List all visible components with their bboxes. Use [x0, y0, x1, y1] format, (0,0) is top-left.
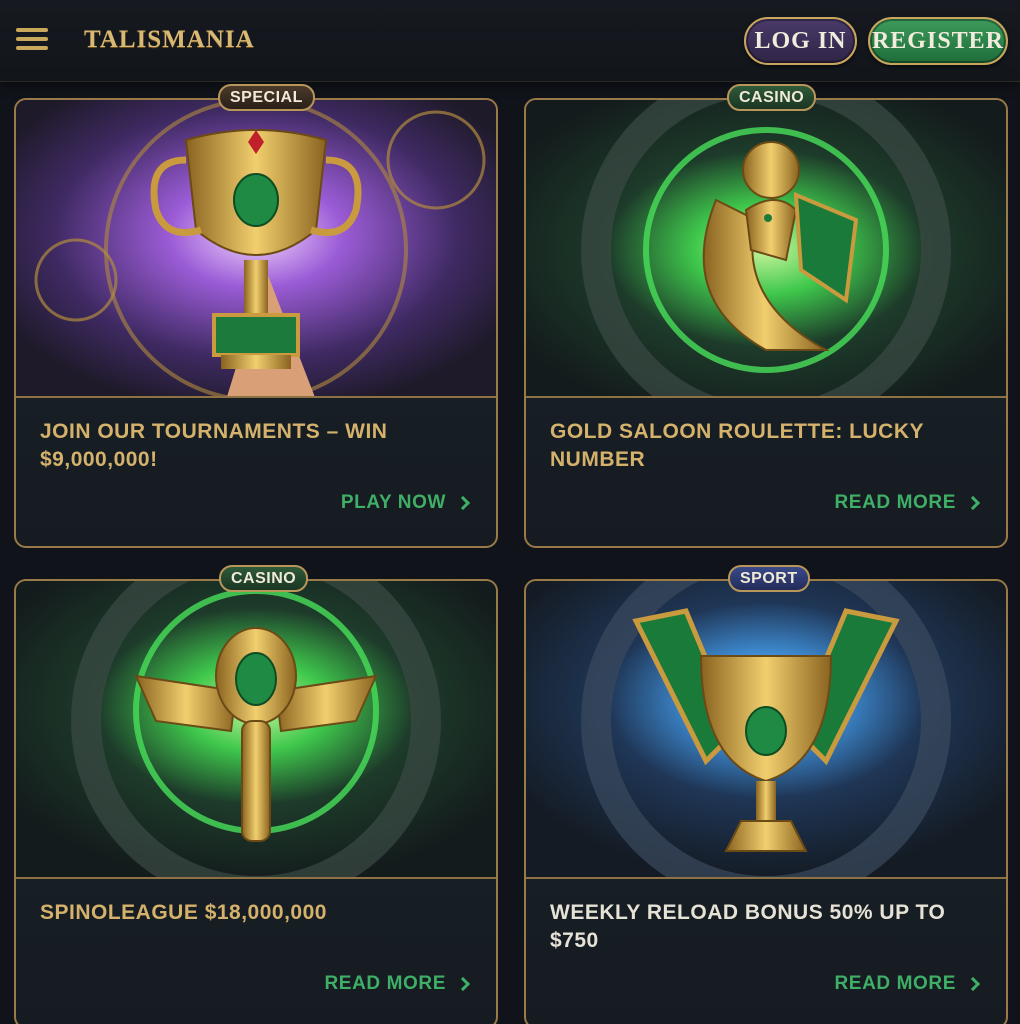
- top-header: TALISMANIA LOG IN REGISTER: [0, 0, 1020, 82]
- promo-card[interactable]: JOIN OUR TOURNAMENTS – WIN $9,000,000! P…: [14, 98, 498, 548]
- chevron-right-icon: [965, 495, 981, 511]
- promo-card[interactable]: GOLD SALOON ROULETTE: LUCKY NUMBER READ …: [524, 98, 1008, 548]
- promo-link[interactable]: READ MORE: [324, 973, 471, 995]
- chevron-right-icon: [455, 495, 471, 511]
- promo-title: JOIN OUR TOURNAMENTS – WIN $9,000,000!: [40, 420, 388, 471]
- promo-link-label: PLAY NOW: [340, 492, 446, 513]
- chevron-right-icon: [965, 976, 981, 992]
- site-logo[interactable]: TALISMANIA: [84, 26, 255, 54]
- promo-link[interactable]: PLAY NOW: [340, 492, 471, 514]
- menu-icon[interactable]: [16, 28, 48, 54]
- badge-special: SPECIAL: [218, 84, 315, 111]
- promo-link-label: READ MORE: [834, 973, 956, 994]
- chevron-right-icon: [455, 976, 471, 992]
- badge-sport: SPORT: [728, 565, 810, 592]
- register-button[interactable]: REGISTER: [868, 17, 1008, 65]
- promo-link-label: READ MORE: [834, 492, 956, 513]
- promo-link[interactable]: READ MORE: [834, 492, 981, 514]
- promo-image: [16, 581, 496, 879]
- promo-link-label: READ MORE: [324, 973, 446, 994]
- badge-casino: CASINO: [219, 565, 309, 592]
- promo-title: WEEKLY RELOAD BONUS 50% UP TO $750: [550, 901, 946, 952]
- promo-image: [526, 100, 1006, 398]
- badge-casino: CASINO: [727, 84, 817, 111]
- login-button[interactable]: LOG IN: [744, 17, 857, 65]
- promo-link[interactable]: READ MORE: [834, 973, 981, 995]
- promo-card[interactable]: WEEKLY RELOAD BONUS 50% UP TO $750 READ …: [524, 579, 1008, 1024]
- promo-title: GOLD SALOON ROULETTE: LUCKY NUMBER: [550, 420, 924, 471]
- promo-card[interactable]: SPINOLEAGUE $18,000,000 READ MORE: [14, 579, 498, 1024]
- promo-image: [526, 581, 1006, 879]
- promo-title: SPINOLEAGUE $18,000,000: [40, 901, 327, 924]
- promo-image: [16, 100, 496, 398]
